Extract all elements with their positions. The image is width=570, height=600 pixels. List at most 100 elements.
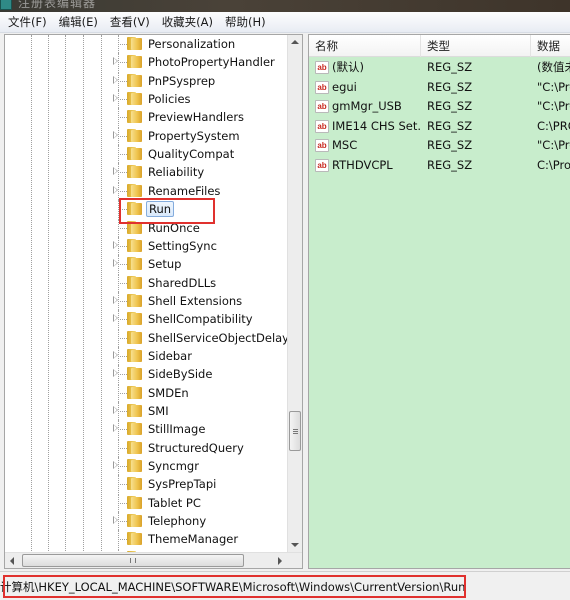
window-title: 注册表编辑器: [18, 0, 97, 10]
menu-view[interactable]: 查看(V): [104, 13, 156, 32]
column-data[interactable]: 数据: [531, 35, 570, 57]
tree-item[interactable]: SettingSync: [5, 236, 289, 255]
tree-item[interactable]: Personalization: [5, 35, 289, 53]
tree-item[interactable]: Reliability: [5, 163, 289, 182]
expand-arrow-icon[interactable]: [113, 461, 118, 470]
expand-arrow-icon[interactable]: [113, 350, 118, 359]
menu-file[interactable]: 文件(F): [2, 13, 53, 32]
tree-item[interactable]: ThemeManager: [5, 530, 289, 549]
value-data: C:\Pro: [537, 158, 570, 172]
column-name[interactable]: 名称: [309, 35, 421, 57]
registry-tree[interactable]: Personalization PhotoPropertyHandler PnPSy…: [4, 34, 303, 569]
tree-item[interactable]: Syncmgr: [5, 457, 289, 476]
tree-item[interactable]: ShellServiceObjectDelayLo: [5, 328, 302, 347]
tree-item[interactable]: Policies: [5, 90, 289, 109]
tree-connector: [118, 282, 127, 284]
tree-item[interactable]: Sidebar: [5, 346, 289, 365]
value-row[interactable]: abIME14 CHS Set... REG_SZ C:\PRO: [309, 117, 570, 136]
expand-arrow-icon[interactable]: [113, 185, 118, 194]
tree-item[interactable]: Tablet PC: [5, 493, 289, 512]
folder-icon: [127, 293, 142, 307]
expand-arrow-icon[interactable]: [113, 75, 118, 84]
tree-item[interactable]: SMI: [5, 402, 289, 420]
tree-connector: [118, 484, 127, 486]
value-data: "C:\Pro: [537, 138, 570, 153]
expand-arrow-icon[interactable]: [113, 406, 118, 414]
expand-arrow-icon[interactable]: [113, 516, 118, 525]
tree-item[interactable]: SMDEn: [5, 383, 289, 402]
tree-connector: [118, 172, 127, 174]
folder-icon: [127, 532, 142, 546]
tree-item[interactable]: PhotoPropertyHandler: [5, 53, 289, 72]
tree-item[interactable]: Setup: [5, 255, 289, 274]
folder-icon: [127, 165, 142, 179]
tree-item[interactable]: Shell Extensions: [5, 291, 289, 310]
expand-arrow-icon[interactable]: [113, 130, 118, 139]
tree-connector: [118, 502, 127, 504]
tree-item[interactable]: SideBySide: [5, 365, 289, 384]
value-row[interactable]: abMSC REG_SZ "C:\Pro: [309, 136, 570, 155]
status-bar: 计算机\HKEY_LOCAL_MACHINE\SOFTWARE\Microsof…: [0, 571, 570, 600]
scroll-thumb[interactable]: [22, 554, 244, 567]
tree-item-label: Reliability: [148, 165, 205, 180]
expand-arrow-icon[interactable]: [113, 259, 118, 268]
value-row[interactable]: ab RTHDVCPL REG_SZ C:\Pro: [309, 156, 570, 175]
scroll-right-arrow-icon[interactable]: [278, 557, 282, 565]
tree-item-label: PhotoPropertyHandler: [148, 55, 275, 70]
value-row[interactable]: ab(默认) REG_SZ (数值未: [309, 58, 570, 77]
value-row[interactable]: abgmMgr_USB REG_SZ "C:\Pro: [309, 97, 570, 116]
tree-item-label: SideBySide: [148, 367, 213, 382]
scroll-left-arrow-icon[interactable]: [10, 557, 14, 565]
values-list[interactable]: 名称 类型 数据 ab(默认)REG_SZ(数值未abeguiREG_SZ"C:…: [308, 34, 570, 569]
expand-arrow-icon[interactable]: [113, 314, 118, 323]
tree-item-label: StillImage: [148, 422, 206, 437]
tree-connector: [118, 411, 127, 412]
scroll-up-arrow-icon[interactable]: [291, 40, 299, 44]
folder-icon: [127, 495, 142, 509]
tree-item-label: StructuredQuery: [148, 440, 244, 455]
tree-item-label: SharedDLLs: [148, 275, 217, 290]
folder-icon: [127, 422, 142, 436]
tree-item-label: Syncmgr: [148, 459, 199, 474]
tree-connector: [118, 539, 127, 541]
tree-connector: [118, 319, 127, 321]
value-row[interactable]: abegui REG_SZ "C:\Pro: [309, 78, 570, 97]
column-type[interactable]: 类型: [421, 35, 531, 57]
folder-icon: [127, 367, 142, 381]
expand-arrow-icon[interactable]: [113, 57, 118, 66]
tree-item[interactable]: SharedDLLs: [5, 273, 289, 292]
tree-item[interactable]: PreviewHandlers: [5, 108, 289, 127]
tree-item[interactable]: PropertySystem: [5, 126, 289, 145]
expand-arrow-icon[interactable]: [113, 369, 118, 378]
expand-arrow-icon[interactable]: [113, 424, 118, 433]
string-value-icon: ab: [315, 119, 329, 133]
tree-vertical-scrollbar[interactable]: [287, 35, 302, 552]
tree-connector: [118, 300, 127, 302]
tree-item[interactable]: ShellCompatibility: [5, 310, 289, 329]
value-type: REG_SZ: [427, 60, 473, 74]
menu-edit[interactable]: 编辑(E): [53, 13, 104, 32]
tree-item-label: Shell Extensions: [148, 293, 243, 308]
menu-favorites[interactable]: 收藏夹(A): [156, 13, 219, 32]
expand-arrow-icon[interactable]: [113, 94, 118, 103]
folder-icon: [127, 92, 142, 106]
expand-arrow-icon[interactable]: [113, 295, 118, 304]
menu-help[interactable]: 帮助(H): [219, 13, 272, 32]
tree-item[interactable]: QualityCompat: [5, 145, 289, 164]
value-type: REG_SZ: [427, 79, 473, 94]
tree-item[interactable]: PnPSysprep: [5, 71, 289, 90]
tree-item[interactable]: StillImage: [5, 420, 289, 439]
tree-horizontal-scrollbar[interactable]: [5, 552, 302, 568]
tree-item[interactable]: SysPrepTapi: [5, 475, 289, 494]
tree-item[interactable]: StructuredQuery: [5, 438, 289, 457]
scroll-thumb[interactable]: [289, 411, 301, 451]
tree-item[interactable]: Telephony: [5, 512, 289, 531]
folder-icon: [127, 477, 142, 491]
tree-connector: [118, 264, 127, 266]
expand-arrow-icon[interactable]: [113, 240, 118, 249]
grip-icon: [130, 558, 136, 563]
expand-arrow-icon[interactable]: [113, 167, 118, 176]
scroll-down-arrow-icon[interactable]: [291, 543, 299, 547]
tree-connector: [118, 62, 127, 64]
tree-connector: [118, 245, 127, 247]
